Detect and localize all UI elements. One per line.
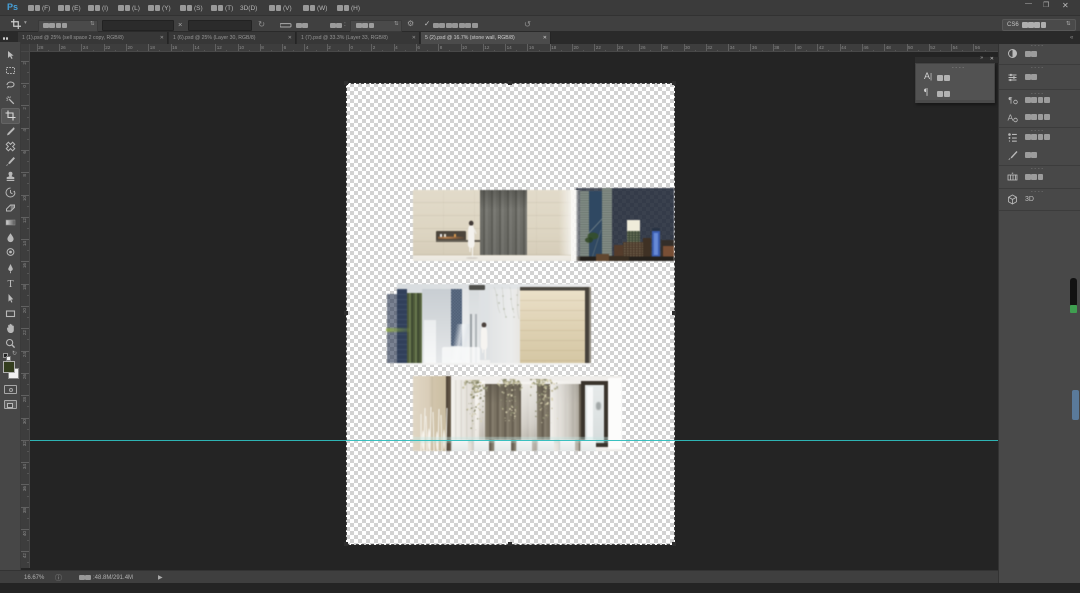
svg-text:T: T (7, 279, 13, 289)
svg-text:A: A (1008, 113, 1014, 123)
svg-text:¶: ¶ (1009, 95, 1013, 105)
